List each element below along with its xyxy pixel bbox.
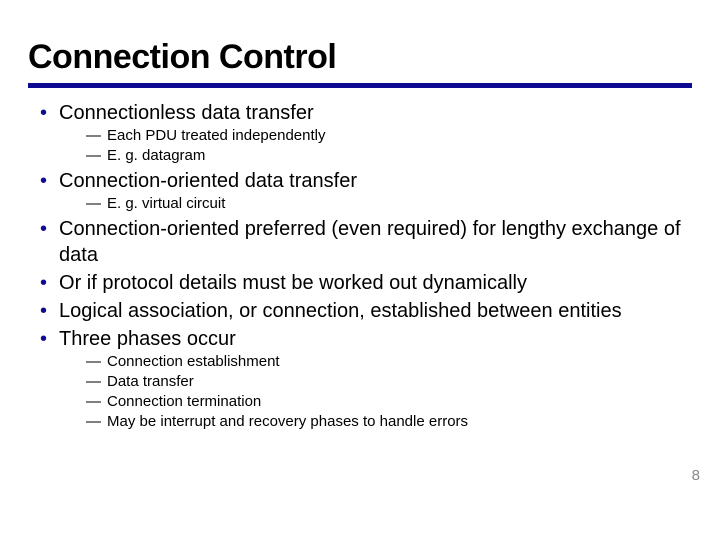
dash-icon: — bbox=[86, 392, 101, 412]
bullet-icon: • bbox=[40, 326, 47, 352]
list-item: • Connection-oriented preferred (even re… bbox=[28, 216, 692, 268]
list-item: • Logical association, or connection, es… bbox=[28, 298, 692, 324]
list-item-label: Each PDU treated independently bbox=[107, 126, 325, 146]
dash-icon: — bbox=[86, 194, 101, 214]
list-item: — Connection establishment bbox=[28, 352, 692, 372]
list-item-label: Connection-oriented preferred (even requ… bbox=[59, 216, 692, 268]
slide-body: • Connectionless data transfer — Each PD… bbox=[28, 100, 692, 432]
bullet-icon: • bbox=[40, 216, 47, 242]
list-item: • Connectionless data transfer bbox=[28, 100, 692, 126]
list-item-label: May be interrupt and recovery phases to … bbox=[107, 412, 468, 432]
list-item-label: Connection establishment bbox=[107, 352, 280, 372]
slide: Connection Control • Connectionless data… bbox=[0, 0, 720, 432]
list-item: • Three phases occur bbox=[28, 326, 692, 352]
list-item-label: Connection termination bbox=[107, 392, 261, 412]
list-item-label: Connectionless data transfer bbox=[59, 100, 314, 126]
list-item-label: Or if protocol details must be worked ou… bbox=[59, 270, 527, 296]
list-item: — Connection termination bbox=[28, 392, 692, 412]
list-item-label: Data transfer bbox=[107, 372, 194, 392]
bullet-icon: • bbox=[40, 270, 47, 296]
list-item: — Data transfer bbox=[28, 372, 692, 392]
dash-icon: — bbox=[86, 126, 101, 146]
list-item: • Or if protocol details must be worked … bbox=[28, 270, 692, 296]
dash-icon: — bbox=[86, 352, 101, 372]
dash-icon: — bbox=[86, 146, 101, 166]
list-item-label: Logical association, or connection, esta… bbox=[59, 298, 622, 324]
list-item: — Each PDU treated independently bbox=[28, 126, 692, 146]
list-item: — E. g. virtual circuit bbox=[28, 194, 692, 214]
bullet-icon: • bbox=[40, 100, 47, 126]
list-item: — May be interrupt and recovery phases t… bbox=[28, 412, 692, 432]
list-item-label: E. g. virtual circuit bbox=[107, 194, 225, 214]
bullet-icon: • bbox=[40, 168, 47, 194]
dash-icon: — bbox=[86, 412, 101, 432]
page-title: Connection Control bbox=[28, 38, 692, 88]
list-item: • Connection-oriented data transfer bbox=[28, 168, 692, 194]
list-item-label: Three phases occur bbox=[59, 326, 236, 352]
list-item-label: E. g. datagram bbox=[107, 146, 205, 166]
list-item: — E. g. datagram bbox=[28, 146, 692, 166]
list-item-label: Connection-oriented data transfer bbox=[59, 168, 357, 194]
page-number: 8 bbox=[692, 467, 700, 484]
dash-icon: — bbox=[86, 372, 101, 392]
bullet-icon: • bbox=[40, 298, 47, 324]
